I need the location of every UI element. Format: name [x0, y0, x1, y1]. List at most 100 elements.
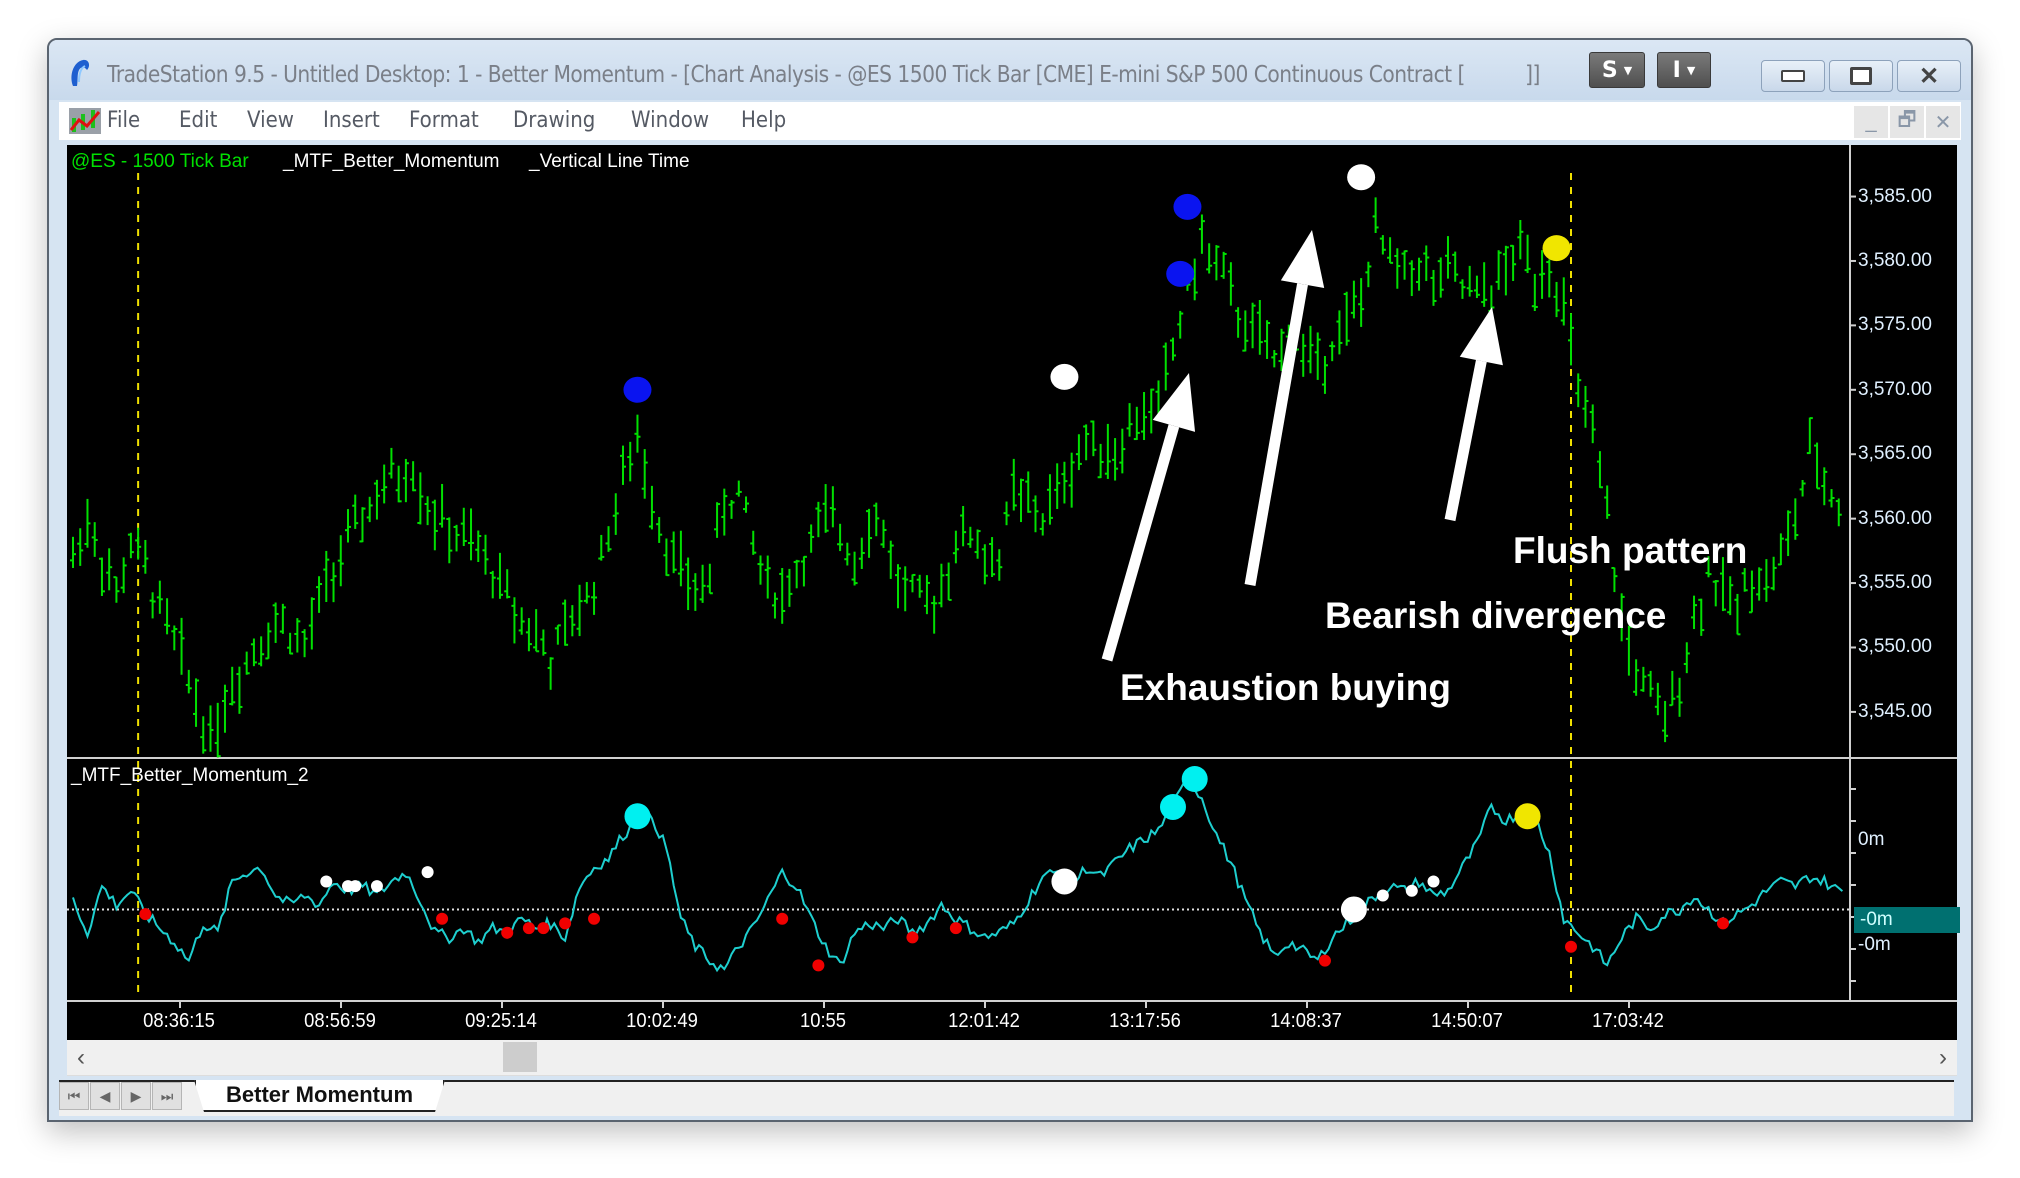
indicator-tick-label: 0m [1858, 829, 1885, 850]
chart-canvas[interactable] [67, 145, 1957, 1000]
price-bar [1075, 434, 1082, 471]
price-bar [149, 592, 156, 619]
price-bar [605, 526, 612, 552]
price-bar [120, 557, 127, 594]
price-bar [1640, 666, 1647, 692]
menu-format[interactable]: Format [409, 108, 479, 133]
price-bar [1481, 262, 1488, 307]
price-bar [1748, 570, 1755, 614]
annotation-exhaustion-buying: Exhaustion buying [1120, 667, 1451, 708]
price-bar [793, 559, 800, 589]
price-bar [1430, 269, 1437, 306]
price-bar [1423, 245, 1430, 282]
horizontal-scrollbar[interactable]: ‹ › [67, 1040, 1957, 1076]
price-bar [902, 566, 909, 612]
price-bar [1198, 214, 1205, 254]
menu-help[interactable]: Help [741, 108, 786, 133]
price-bar [583, 582, 590, 604]
price-bar [344, 509, 351, 543]
price-bar [258, 636, 265, 667]
price-bar [1169, 337, 1176, 361]
price-bar [1698, 598, 1705, 636]
tab-better-momentum[interactable]: Better Momentum [194, 1080, 445, 1112]
close-button[interactable]: ✕ [1897, 60, 1961, 92]
tab-last-button[interactable]: ⏭ [152, 1082, 182, 1110]
price-bar [598, 534, 605, 561]
flush-arrow-shaft [1444, 359, 1487, 522]
price-bar [1394, 248, 1401, 289]
menu-file[interactable]: File [107, 108, 140, 133]
menu-insert[interactable]: Insert [323, 108, 380, 133]
price-bar [1235, 307, 1242, 338]
price-bar [1560, 277, 1567, 326]
price-bar [1343, 291, 1350, 346]
price-bar [308, 597, 315, 650]
scroll-right-icon[interactable]: › [1939, 1044, 1947, 1072]
price-bar [1372, 197, 1379, 233]
indicator-marker-red-dot [501, 926, 514, 939]
chart-analysis-icon [69, 108, 101, 134]
price-bar [909, 573, 916, 593]
price-bar [402, 458, 409, 503]
price-bar [547, 657, 554, 690]
price-bar [330, 562, 337, 603]
price-bar [648, 485, 655, 530]
scroll-left-icon[interactable]: ‹ [77, 1044, 85, 1072]
time-tick-mark [823, 1002, 825, 1008]
price-bar [670, 531, 677, 574]
chart-analysis-area[interactable]: @ES - 1500 Tick Bar _MTF_Better_Momentum… [67, 145, 1960, 1000]
indicator-marker-red-dot [436, 912, 449, 925]
price-bar [1669, 670, 1676, 707]
menu-view[interactable]: View [247, 108, 294, 133]
price-bar [294, 618, 301, 653]
price-bar [1141, 392, 1148, 441]
price-bar [757, 555, 764, 585]
price-bar [164, 598, 171, 635]
price-bar [721, 488, 728, 536]
title-bar[interactable]: TradeStation 9.5 - Untitled Desktop: 1 -… [49, 40, 1971, 100]
price-bar [518, 607, 525, 635]
minimize-button[interactable] [1761, 60, 1825, 92]
menu-edit[interactable]: Edit [179, 108, 217, 133]
price-bar [562, 599, 569, 646]
restore-button[interactable] [1829, 60, 1893, 92]
tradestation-logo-icon [71, 59, 90, 86]
price-bar [1242, 310, 1249, 352]
time-tick-label: 14:50:07 [1431, 1010, 1503, 1032]
tab-prev-button[interactable]: ◀ [90, 1082, 120, 1110]
indicator-marker-cyan-dot [1181, 766, 1208, 792]
scroll-thumb[interactable] [503, 1042, 537, 1072]
child-restore-button[interactable]: 🗗 [1890, 106, 1924, 138]
price-marker-blue-dot [1173, 193, 1202, 220]
price-bar [815, 501, 822, 538]
price-bar [1633, 659, 1640, 696]
price-bar [207, 705, 214, 752]
price-bar [316, 576, 323, 613]
price-bar [1408, 260, 1415, 297]
child-close-button[interactable]: ✕ [1926, 106, 1960, 138]
price-bar [1524, 234, 1531, 274]
price-bar [243, 651, 250, 675]
menu-window[interactable]: Window [631, 108, 709, 133]
price-bar [1553, 281, 1560, 318]
child-minimize-button[interactable]: _ [1854, 106, 1888, 138]
tab-next-button[interactable]: ▶ [121, 1082, 151, 1110]
price-bar [1126, 403, 1133, 437]
price-bar [337, 535, 344, 587]
price-bar [952, 530, 959, 564]
menu-drawing[interactable]: Drawing [513, 108, 595, 133]
price-bar [511, 597, 518, 644]
price-bar [663, 538, 670, 577]
price-bar [1814, 442, 1821, 490]
price-bar [619, 445, 626, 485]
price-tick-label: 3,575.00 [1858, 314, 1932, 336]
price-bar [1546, 259, 1553, 298]
price-bar [468, 508, 475, 561]
price-bar [200, 716, 207, 754]
price-bar [1654, 682, 1661, 716]
tab-first-button[interactable]: ⏮ [59, 1082, 89, 1110]
interval-link-button[interactable]: I ▼ [1657, 52, 1711, 88]
symbol-link-button[interactable]: S ▼ [1589, 52, 1645, 88]
indicator-marker-red-dot [559, 917, 572, 930]
price-bar [185, 669, 192, 694]
